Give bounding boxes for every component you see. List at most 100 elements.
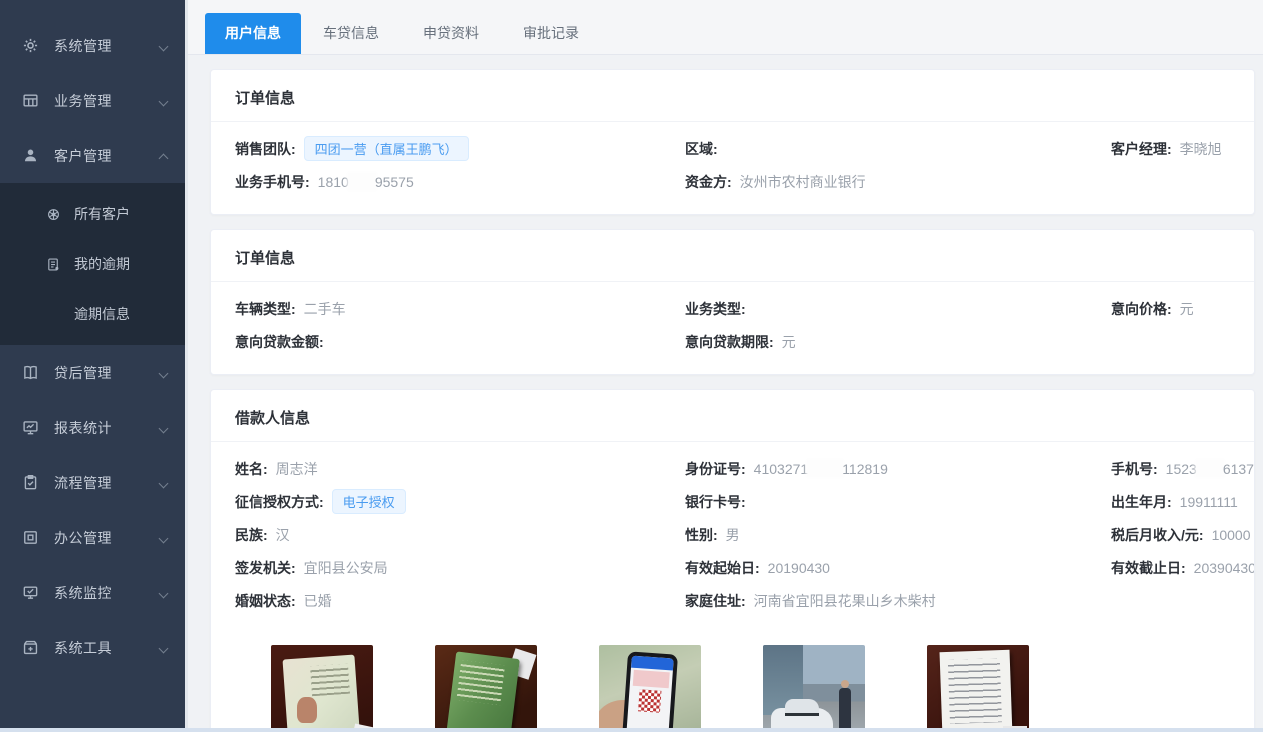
field-mobile-phone: 手机号: 15236137 bbox=[1111, 452, 1230, 485]
person-car-photo[interactable]: 人车照 bbox=[763, 645, 865, 732]
monitor-check-icon bbox=[22, 584, 40, 602]
field-business-type: 业务类型: bbox=[685, 292, 1111, 325]
sidebar-item-business-management[interactable]: 业务管理 bbox=[0, 73, 185, 128]
sidebar-item-label: 贷后管理 bbox=[54, 363, 159, 383]
chevron-down-icon bbox=[159, 478, 169, 488]
chevron-down-icon bbox=[159, 423, 169, 433]
field-ethnicity: 民族: 汉 bbox=[235, 518, 685, 551]
green-booklet-photo[interactable]: 绿本证件页 bbox=[435, 645, 537, 732]
field-intent-loan-term: 意向贷款期限: 元 bbox=[685, 325, 1111, 358]
monitor-chart-icon bbox=[22, 419, 40, 437]
chevron-down-icon bbox=[159, 368, 169, 378]
sidebar-item-process-management[interactable]: 流程管理 bbox=[0, 455, 185, 510]
field-id-number: 身份证号: 4103271112819 bbox=[685, 452, 1111, 485]
sidebar-item-all-customers[interactable]: 所有客户 bbox=[0, 189, 185, 239]
field-credit-auth-method: 征信授权方式: 电子授权 bbox=[235, 485, 685, 518]
sidebar: 系统管理 业务管理 客户管理 所有客户 我的逾期 逾期信息 bbox=[0, 0, 185, 732]
chevron-down-icon bbox=[159, 588, 169, 598]
detail-tabs: 用户信息 车贷信息 申贷资料 审批记录 bbox=[185, 0, 1263, 55]
field-intent-price: 意向价格: 元 bbox=[1111, 292, 1230, 325]
field-region: 区域: bbox=[685, 132, 1111, 165]
sidebar-item-system-monitor[interactable]: 系统监控 bbox=[0, 565, 185, 620]
sidebar-item-label: 流程管理 bbox=[54, 473, 159, 493]
sidebar-item-customer-management[interactable]: 客户管理 bbox=[0, 128, 185, 183]
field-gender: 性别: 男 bbox=[685, 518, 1111, 551]
redaction-patch bbox=[1197, 461, 1223, 476]
sidebar-item-label: 系统工具 bbox=[54, 638, 159, 658]
field-valid-from: 有效起始日: 20190430 bbox=[685, 551, 1111, 584]
field-account-manager: 客户经理: 李晓旭 bbox=[1111, 132, 1230, 165]
field-funder: 资金方: 汝州市农村商业银行 bbox=[685, 165, 1111, 198]
tab-user-info[interactable]: 用户信息 bbox=[205, 13, 301, 54]
field-vehicle-type: 车辆类型: 二手车 bbox=[235, 292, 685, 325]
clipboard-icon bbox=[22, 474, 40, 492]
field-sales-team: 销售团队: 四团一营（直属王鹏飞） bbox=[235, 132, 685, 165]
sidebar-item-label: 报表统计 bbox=[54, 418, 159, 438]
horizontal-scrollbar[interactable] bbox=[0, 728, 1263, 732]
chevron-up-icon bbox=[159, 151, 169, 161]
loan-intent-card: 订单信息 车辆类型: 二手车 业务类型: 意向价格: 元 意向贷款金额: 意向贷… bbox=[210, 229, 1255, 375]
main-content: 用户信息 车贷信息 申贷资料 审批记录 订单信息 销售团队: 四团一营（直属王鹏… bbox=[185, 0, 1263, 732]
document-icon bbox=[46, 256, 62, 272]
book-icon bbox=[22, 364, 40, 382]
sidebar-item-label: 办公管理 bbox=[54, 528, 159, 548]
chevron-down-icon bbox=[159, 533, 169, 543]
sidebar-item-label: 逾期信息 bbox=[74, 304, 130, 324]
field-name: 姓名: 周志洋 bbox=[235, 452, 685, 485]
sidebar-item-label: 所有客户 bbox=[74, 204, 130, 224]
customer-management-submenu: 所有客户 我的逾期 逾期信息 bbox=[0, 183, 185, 345]
sidebar-item-my-overdue[interactable]: 我的逾期 bbox=[0, 239, 185, 289]
tab-approval-records[interactable]: 审批记录 bbox=[501, 13, 601, 54]
sidebar-divider bbox=[185, 0, 188, 732]
toolbox-icon bbox=[22, 639, 40, 657]
sidebar-item-system-tools[interactable]: 系统工具 bbox=[0, 620, 185, 675]
sidebar-item-label: 业务管理 bbox=[54, 91, 159, 111]
sidebar-item-office-management[interactable]: 办公管理 bbox=[0, 510, 185, 565]
grid-icon bbox=[22, 92, 40, 110]
sidebar-item-label: 系统管理 bbox=[54, 36, 159, 56]
wheel-icon bbox=[46, 206, 62, 222]
green-booklet-thumbnail[interactable] bbox=[435, 645, 537, 732]
field-home-address: 家庭住址: 河南省宜阳县花果山乡木柴村 bbox=[685, 584, 1111, 617]
field-marital-status: 婚姻状态: 已婚 bbox=[235, 584, 685, 617]
id-card-photo[interactable]: 人车照 bbox=[271, 645, 373, 732]
auth-qr-thumbnail[interactable] bbox=[599, 645, 701, 732]
sidebar-item-overdue-info[interactable]: 逾期信息 bbox=[0, 289, 185, 339]
credit-auth-tag[interactable]: 电子授权 bbox=[332, 489, 406, 514]
field-valid-to: 有效截止日: 20390430 bbox=[1111, 551, 1230, 584]
chevron-down-icon bbox=[159, 41, 169, 51]
tab-car-loan-info[interactable]: 车贷信息 bbox=[301, 13, 401, 54]
field-monthly-income: 税后月收入/元: 10000 bbox=[1111, 518, 1230, 551]
chevron-down-icon bbox=[159, 96, 169, 106]
paper-doc-thumbnail[interactable] bbox=[927, 645, 1029, 732]
user-icon bbox=[22, 147, 40, 165]
paper-doc-photo[interactable]: 其他材料 bbox=[927, 645, 1029, 732]
person-car-thumbnail[interactable] bbox=[763, 645, 865, 732]
field-issuing-authority: 签发机关: 宜阳县公安局 bbox=[235, 551, 685, 584]
sidebar-item-postloan-management[interactable]: 贷后管理 bbox=[0, 345, 185, 400]
sidebar-item-label: 我的逾期 bbox=[74, 254, 130, 274]
document-photos: 人车照 绿本证件页 授权码页 人车照 bbox=[211, 633, 1254, 732]
sidebar-item-report-statistics[interactable]: 报表统计 bbox=[0, 400, 185, 455]
card-title: 借款人信息 bbox=[211, 390, 1254, 441]
order-info-card: 订单信息 销售团队: 四团一营（直属王鹏飞） 区域: 客户经理: 李晓旭 业务手… bbox=[210, 69, 1255, 215]
sidebar-item-system-management[interactable]: 系统管理 bbox=[0, 18, 185, 73]
field-bank-card: 银行卡号: bbox=[685, 485, 1111, 518]
redaction-patch bbox=[808, 461, 842, 476]
sidebar-item-label: 客户管理 bbox=[54, 146, 159, 166]
id-card-thumbnail[interactable] bbox=[271, 645, 373, 732]
nested-square-icon bbox=[22, 529, 40, 547]
borrower-info-card: 借款人信息 姓名: 周志洋 身份证号: 4103271112819 手机号: 1… bbox=[210, 389, 1255, 732]
field-intent-loan-amount: 意向贷款金额: bbox=[235, 325, 685, 358]
tab-loan-application-docs[interactable]: 申贷资料 bbox=[401, 13, 501, 54]
chevron-down-icon bbox=[159, 643, 169, 653]
field-business-phone: 业务手机号: 181095575 bbox=[235, 165, 685, 198]
sales-team-tag[interactable]: 四团一营（直属王鹏飞） bbox=[304, 136, 469, 161]
redaction-patch bbox=[349, 174, 375, 189]
gear-icon bbox=[22, 37, 40, 55]
card-title: 订单信息 bbox=[211, 230, 1254, 281]
field-birth-date: 出生年月: 19911111 bbox=[1111, 485, 1230, 518]
card-title: 订单信息 bbox=[211, 70, 1254, 121]
auth-qr-photo[interactable]: 授权码页 bbox=[599, 645, 701, 732]
sidebar-item-label: 系统监控 bbox=[54, 583, 159, 603]
